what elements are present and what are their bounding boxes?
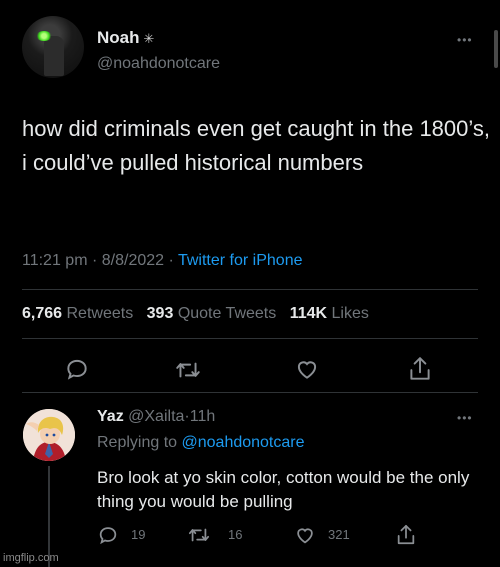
- like-icon[interactable]: [293, 356, 321, 382]
- avatar-figure: [44, 36, 64, 76]
- reply-retweet-icon[interactable]: [187, 524, 211, 546]
- reply-share-icon[interactable]: [395, 523, 417, 547]
- tweet-client[interactable]: Twitter for iPhone: [178, 252, 303, 269]
- reply-likes-count: 321: [328, 527, 350, 542]
- share-icon[interactable]: [407, 355, 433, 383]
- sparkle-icon: ✳: [143, 31, 155, 46]
- tweet-time[interactable]: 11:21 pm: [22, 252, 88, 269]
- divider: [22, 338, 478, 339]
- reply-more-icon[interactable]: •••: [457, 411, 473, 425]
- watermark: imgflip.com: [3, 552, 59, 564]
- quotes-count: 393: [146, 305, 174, 322]
- reply-replies-count: 19: [131, 527, 146, 542]
- tweet-stats: 6,766 Retweets 393 Quote Tweets 114K Lik…: [22, 305, 369, 323]
- replying-handle[interactable]: @noahdonotcare: [182, 434, 305, 451]
- tweet-date[interactable]: 8/8/2022: [102, 252, 164, 269]
- likes-label: Likes: [331, 305, 369, 322]
- more-icon[interactable]: •••: [457, 33, 473, 47]
- reply-avatar[interactable]: [23, 409, 75, 461]
- likes-count: 114K: [289, 305, 328, 322]
- meta-separator: ·: [168, 252, 174, 269]
- reply-header: Yaz @Xailta·11h: [97, 408, 215, 426]
- retweets-stat[interactable]: 6,766 Retweets: [22, 305, 133, 322]
- reply-text: Bro look at yo skin color, cotton would …: [97, 468, 470, 511]
- reply-avatar-illustration: [23, 409, 75, 461]
- author-avatar[interactable]: [22, 16, 84, 78]
- replying-prefix: Replying to: [97, 434, 178, 451]
- quotes-stat[interactable]: 393 Quote Tweets: [147, 305, 277, 322]
- retweets-label: Retweets: [66, 305, 134, 322]
- likes-stat[interactable]: 114K Likes: [290, 305, 369, 322]
- author-name[interactable]: Noah ✳: [97, 28, 154, 48]
- reply-like-icon[interactable]: [293, 524, 317, 546]
- avatar-glow: [36, 31, 52, 41]
- replying-to: Replying to @noahdonotcare: [97, 434, 305, 452]
- reply-author-name[interactable]: Yaz: [97, 408, 124, 425]
- retweets-count: 6,766: [22, 305, 63, 322]
- scrollbar[interactable]: [494, 30, 498, 68]
- reply-author-handle[interactable]: @Xailta: [128, 408, 184, 425]
- reply-age[interactable]: 11h: [190, 408, 216, 425]
- reply-reply-icon[interactable]: [97, 524, 119, 546]
- meta-separator: ·: [91, 252, 98, 269]
- author-name-text: Noah: [97, 28, 140, 47]
- reply-icon[interactable]: [64, 356, 90, 382]
- reply-retweets-count: 16: [228, 527, 243, 542]
- author-handle[interactable]: @noahdonotcare: [97, 55, 220, 73]
- divider: [22, 289, 478, 290]
- retweet-icon[interactable]: [174, 357, 202, 383]
- divider: [22, 392, 478, 393]
- tweet-meta: 11:21 pm · 8/8/2022 · Twitter for iPhone: [22, 252, 302, 270]
- quotes-label: Quote Tweets: [177, 305, 277, 322]
- tweet-text: how did criminals even get caught in the…: [22, 116, 490, 175]
